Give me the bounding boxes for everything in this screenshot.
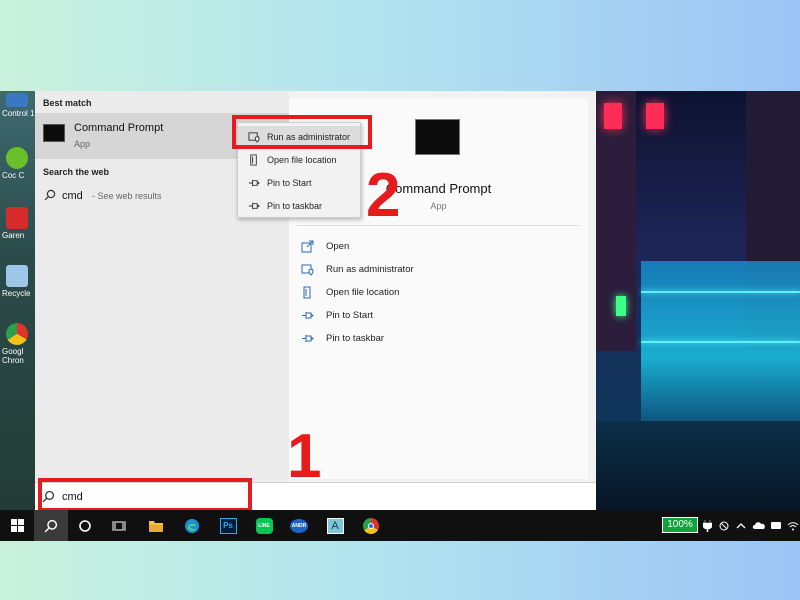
desktop-icon-garena[interactable]: Garen: [2, 207, 36, 240]
garena-icon: [6, 207, 28, 229]
annotation-highlight-run-as-admin: [232, 115, 372, 149]
context-item-label: Pin to taskbar: [267, 201, 323, 211]
desktop-icon-control-panel[interactable]: Control 1: [2, 93, 36, 118]
context-item-label: Pin to Start: [267, 178, 312, 188]
wifi-tray[interactable]: [786, 510, 800, 541]
pin-icon: [302, 312, 314, 319]
taskbar-chrome[interactable]: [354, 510, 388, 541]
action-label: Pin to taskbar: [326, 333, 385, 344]
action-pin-to-start[interactable]: Pin to Start: [301, 307, 571, 325]
control-panel-icon: [6, 93, 28, 107]
cortana-icon: [79, 519, 91, 532]
file-explorer-icon: [149, 520, 163, 532]
file-location-icon: [250, 154, 257, 166]
command-prompt-large-icon: [415, 119, 460, 155]
edge-icon: [185, 518, 199, 533]
context-pin-to-start[interactable]: Pin to Start: [238, 172, 360, 194]
recycle-bin-icon: [6, 265, 28, 287]
desktop-icon-label: Garen: [2, 231, 25, 240]
wifi-icon: [787, 521, 799, 530]
search-icon: [44, 519, 58, 532]
taskbar-file-explorer[interactable]: [139, 510, 173, 541]
command-prompt-icon: [43, 124, 65, 142]
desktop-icon-label: Googl Chron: [2, 347, 24, 365]
onedrive-tray[interactable]: [750, 510, 768, 541]
action-label: Open file location: [326, 287, 400, 298]
search-icon: [44, 189, 56, 201]
taskbar-app-a[interactable]: A: [318, 510, 352, 541]
desktop-icon-label: Control 1: [2, 109, 35, 118]
task-view-button[interactable]: [102, 510, 136, 541]
annotation-step-2: 2: [366, 161, 401, 230]
action-label: Run as administrator: [326, 264, 414, 275]
best-match-title: Command Prompt: [74, 122, 164, 134]
taskbar-search-button[interactable]: [34, 510, 68, 541]
desktop-icon-label: Recycle: [2, 289, 31, 298]
cortana-button[interactable]: [68, 510, 102, 541]
file-location-icon: [303, 286, 311, 299]
search-web-heading: Search the web: [43, 167, 110, 177]
taskbar-edge[interactable]: [175, 510, 209, 541]
divider: [297, 225, 580, 226]
device-tray[interactable]: [768, 510, 784, 541]
network-status-icon[interactable]: [716, 510, 732, 541]
device-icon: [771, 521, 781, 529]
wallpaper-street: [596, 421, 800, 510]
chrome-icon: [6, 323, 28, 345]
wallpaper-neon-sign: [646, 103, 664, 129]
action-label: Pin to Start: [326, 310, 373, 321]
context-open-file-location[interactable]: Open file location: [238, 149, 360, 171]
best-match-subtitle: App: [74, 139, 91, 149]
taskbar-android-emulator[interactable]: ANDR: [282, 510, 316, 541]
power-plug-icon[interactable]: [700, 510, 714, 541]
wallpaper-neon-line: [641, 291, 800, 293]
wallpaper: [596, 91, 800, 510]
wallpaper-neon-line: [641, 341, 800, 343]
photoshop-icon: Ps: [219, 517, 237, 534]
chrome-icon: [363, 517, 379, 534]
cloud-icon: [752, 522, 765, 529]
no-network-icon: [719, 521, 729, 530]
action-pin-to-taskbar[interactable]: Pin to taskbar: [301, 330, 571, 348]
best-match-heading: Best match: [43, 98, 92, 108]
open-icon: [301, 240, 314, 253]
windows-start-icon: [10, 519, 24, 532]
chevron-up-icon: [736, 522, 746, 528]
action-label: Open: [326, 241, 350, 252]
context-pin-to-taskbar[interactable]: Pin to taskbar: [238, 195, 360, 217]
chrome-center-icon: [368, 522, 374, 529]
plug-icon: [702, 519, 712, 532]
annotation-highlight-search-box: [38, 478, 252, 512]
taskbar: Ps LINE ANDR A 100%: [0, 510, 800, 541]
coccoc-icon: [6, 147, 28, 169]
battery-percentage[interactable]: 100%: [662, 517, 698, 533]
task-view-icon: [112, 520, 126, 531]
pin-icon: [302, 335, 314, 342]
screen: Control 1 Coc C Garen Recycle Googl Chro…: [0, 91, 800, 541]
taskbar-line[interactable]: LINE: [247, 510, 281, 541]
wallpaper-green-light: [616, 296, 626, 316]
desktop-icon-recycle-bin[interactable]: Recycle: [2, 265, 36, 298]
web-search-hint: - See web results: [92, 191, 162, 201]
line-icon: LINE: [255, 517, 273, 534]
desktop-icon-coccoc[interactable]: Coc C: [2, 147, 36, 180]
action-open-file-location[interactable]: Open file location: [301, 284, 571, 302]
android-emulator-icon: ANDR: [290, 518, 308, 533]
action-open[interactable]: Open: [301, 238, 571, 256]
wallpaper-neon-sign: [604, 103, 622, 129]
desktop-icon-label: Coc C: [2, 171, 25, 180]
app-a-icon: A: [326, 517, 344, 534]
desktop: Control 1 Coc C Garen Recycle Googl Chro…: [0, 91, 36, 510]
desktop-icon-chrome[interactable]: Googl Chron: [2, 323, 36, 365]
annotation-step-1: 1: [287, 422, 322, 491]
action-run-as-administrator[interactable]: Run as administrator: [301, 261, 571, 279]
pin-icon: [248, 202, 260, 210]
pin-icon: [248, 179, 260, 187]
start-button[interactable]: [0, 510, 34, 541]
shield-icon: [301, 264, 314, 276]
web-search-term: cmd: [62, 190, 83, 202]
taskbar-photoshop[interactable]: Ps: [211, 510, 245, 541]
show-hidden-icons-button[interactable]: [734, 510, 748, 541]
context-item-label: Open file location: [267, 155, 337, 165]
